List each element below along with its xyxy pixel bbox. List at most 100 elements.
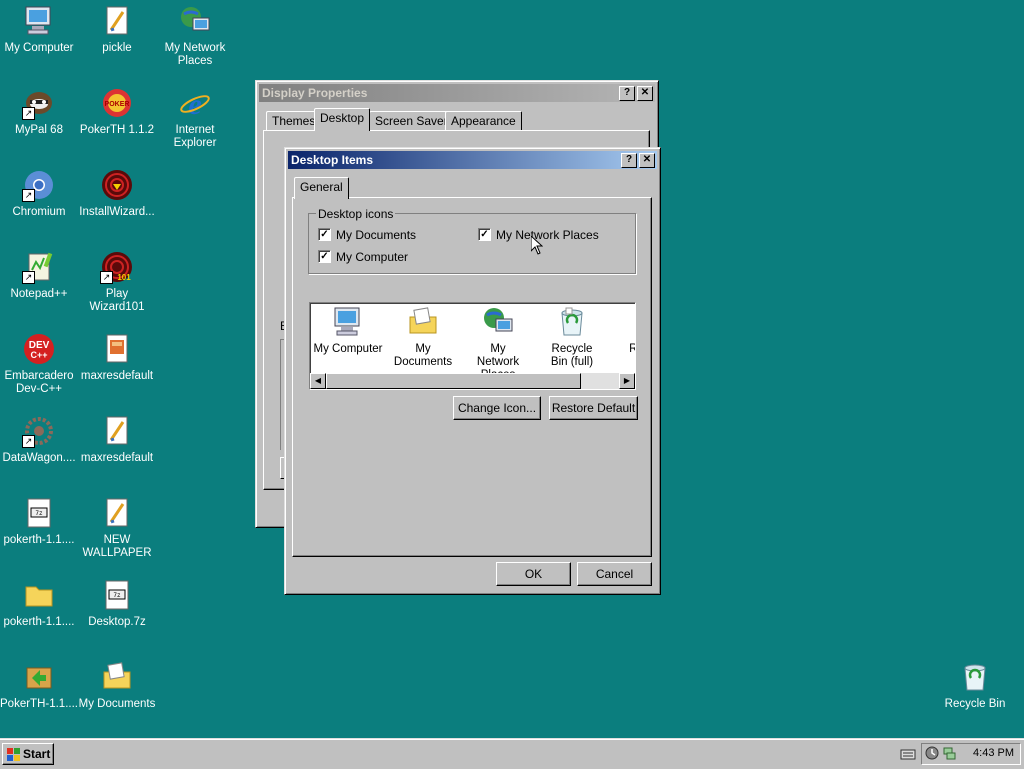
preview-item[interactable]: My Network Places <box>462 305 534 382</box>
network-places-icon <box>178 4 212 38</box>
my-computer-icon <box>331 305 365 339</box>
notepadpp-icon: ↗ <box>22 250 56 284</box>
desktop-icon-label: PokerTH 1.1.2 <box>79 124 155 136</box>
desktop-icon-my-documents[interactable]: My Documents <box>78 658 156 711</box>
network-tray-icon[interactable] <box>942 746 956 760</box>
desktop-icon-label: Recycle Bin <box>944 698 1006 710</box>
desktop-icon-label: My Documents <box>78 698 156 710</box>
desktop-icon-label: pickle <box>102 42 132 54</box>
close-button[interactable]: ✕ <box>637 86 653 101</box>
general-panel: Desktop icons ✓ My Documents ✓ My Networ… <box>292 197 652 557</box>
taskbar: Start 4:43 PM <box>0 738 1024 769</box>
scroll-thumb[interactable] <box>326 373 581 389</box>
desktop-icon-notepadpp[interactable]: ↗ Notepad++ <box>0 248 78 301</box>
keyboard-icon[interactable] <box>900 747 916 761</box>
clock-tray-icon[interactable] <box>925 746 939 760</box>
help-button[interactable]: ? <box>619 86 635 101</box>
tab-general[interactable]: General <box>294 177 349 199</box>
desktop-icon-label: maxresdefault <box>80 370 154 382</box>
desktop-items-titlebar[interactable]: Desktop Items ? ✕ <box>288 151 657 169</box>
desktop-icon-maxresdefault-2[interactable]: maxresdefault <box>78 412 156 465</box>
desktop-icon-chromium[interactable]: ↗ Chromium <box>0 166 78 219</box>
desktop-icon-new-wallpaper[interactable]: NEW WALLPAPER <box>78 494 156 560</box>
desktop-icon-pickle[interactable]: pickle <box>78 2 156 55</box>
desktop-icon-internet-explorer[interactable]: e Internet Explorer <box>156 84 234 150</box>
change-icon-button[interactable]: Change Icon... <box>453 396 541 420</box>
desktop-items-dialog[interactable]: Desktop Items ? ✕ General Desktop icons … <box>284 147 661 595</box>
desktop-icon-label: Notepad++ <box>10 288 68 300</box>
desktop-icon-label: Embarcadero Dev-C++ <box>4 370 74 395</box>
shortcut-arrow-icon: ↗ <box>22 435 35 448</box>
shortcut-arrow-icon: ↗ <box>22 107 35 120</box>
pokerth-installer-icon <box>22 660 56 694</box>
desktop-icon-my-network-places[interactable]: My Network Places <box>156 2 234 68</box>
desktop-icon-wizard101[interactable]: 101 ↗ Play Wizard101 <box>78 248 156 314</box>
desktop-icon-desktop-7z[interactable]: 7z Desktop.7z <box>78 576 156 629</box>
preview-label: My Documents <box>393 343 453 368</box>
wizard101-icon: 101 ↗ <box>100 250 134 284</box>
desktop-icon-label: DataWagon.... <box>2 452 76 464</box>
image-file-icon <box>100 332 134 366</box>
desktop-icon-pokerth-installer[interactable]: PokerTH-1.1.... <box>0 658 78 711</box>
tab-screen-saver[interactable]: Screen Saver <box>369 111 454 131</box>
desktop-icon-label: Internet Explorer <box>173 124 217 149</box>
preview-item[interactable]: My Computer <box>312 305 384 356</box>
recycle-bin-full-icon <box>555 305 589 339</box>
desktop-icon-my-computer[interactable]: My Computer <box>0 2 78 55</box>
desktop-icon-recycle-bin[interactable]: Recycle Bin <box>936 658 1014 711</box>
my-computer-checkbox[interactable]: ✓ <box>318 250 331 263</box>
mouse-cursor-icon <box>530 234 544 255</box>
preview-item[interactable]: My Documents <box>386 305 460 369</box>
desktop-icon-maxresdefault-1[interactable]: maxresdefault <box>78 330 156 383</box>
recycle-bin-icon <box>958 660 992 694</box>
display-properties-titlebar[interactable]: Display Properties ? ✕ <box>259 84 655 102</box>
horizontal-scrollbar[interactable]: ◀ ▶ <box>310 373 635 389</box>
checkbox-label: My Documents <box>336 228 417 242</box>
shortcut-arrow-icon: ↗ <box>100 271 113 284</box>
preview-label: My Computer <box>313 343 383 355</box>
desktop-icon-mypal[interactable]: ↗ MyPal 68 <box>0 84 78 137</box>
scroll-right-icon[interactable]: ▶ <box>619 373 635 389</box>
window-title: Display Properties <box>262 86 368 100</box>
desktop-icon-datawagon[interactable]: ↗ DataWagon.... <box>0 412 78 465</box>
checkbox-label: My Computer <box>336 250 409 264</box>
installwizard-icon <box>100 168 134 202</box>
desktop-icon-label: Chromium <box>12 206 66 218</box>
preview-item[interactable]: Rec (e <box>610 305 635 356</box>
folder-icon <box>22 578 56 612</box>
restore-default-button[interactable]: Restore Default <box>549 396 638 420</box>
dialog-title: Desktop Items <box>291 153 374 167</box>
desktop-icon-pokerth-archive[interactable]: 7z pokerth-1.1.... <box>0 494 78 547</box>
svg-text:101: 101 <box>117 273 131 282</box>
group-label: Desktop icons <box>316 207 396 221</box>
shortcut-arrow-icon: ↗ <box>22 271 35 284</box>
desktop-icon-label: Play Wizard101 <box>89 288 145 313</box>
desktop-icon-installwizard[interactable]: InstallWizard... <box>78 166 156 219</box>
archive-file-icon: 7z <box>22 496 56 530</box>
scroll-left-icon[interactable]: ◀ <box>310 373 326 389</box>
start-label: Start <box>23 747 51 761</box>
network-places-icon <box>481 305 515 339</box>
mypal-icon: ↗ <box>22 86 56 120</box>
tab-desktop[interactable]: Desktop <box>314 108 371 131</box>
my-network-places-checkbox[interactable]: ✓ <box>478 228 491 241</box>
my-documents-icon <box>100 660 134 694</box>
internet-explorer-icon: e <box>178 86 212 121</box>
tab-appearance[interactable]: Appearance <box>445 111 522 131</box>
start-button[interactable]: Start <box>2 743 54 765</box>
icon-preview-list[interactable]: My Computer My Documents My Network Plac… <box>309 302 636 390</box>
cancel-button[interactable]: Cancel <box>577 562 652 586</box>
ok-button[interactable]: OK <box>496 562 571 586</box>
close-button[interactable]: ✕ <box>639 153 655 168</box>
desktop-icon-label: PokerTH-1.1.... <box>0 698 78 710</box>
desktop-icon-devcpp[interactable]: DEV C++ Embarcadero Dev-C++ <box>0 330 78 396</box>
desktop-icon-pokerth[interactable]: POKER PokerTH 1.1.2 <box>78 84 156 137</box>
preview-item[interactable]: Recycle Bin (full) <box>536 305 608 369</box>
my-documents-checkbox[interactable]: ✓ <box>318 228 331 241</box>
desktop-icon-pokerth-folder[interactable]: pokerth-1.1.... <box>0 576 78 629</box>
desktop-icons-group <box>308 213 636 274</box>
help-button[interactable]: ? <box>621 153 637 168</box>
preview-label: Rec (e <box>610 343 635 356</box>
pokerth-icon: POKER <box>100 86 134 120</box>
clock: 4:43 PM <box>973 747 1014 759</box>
